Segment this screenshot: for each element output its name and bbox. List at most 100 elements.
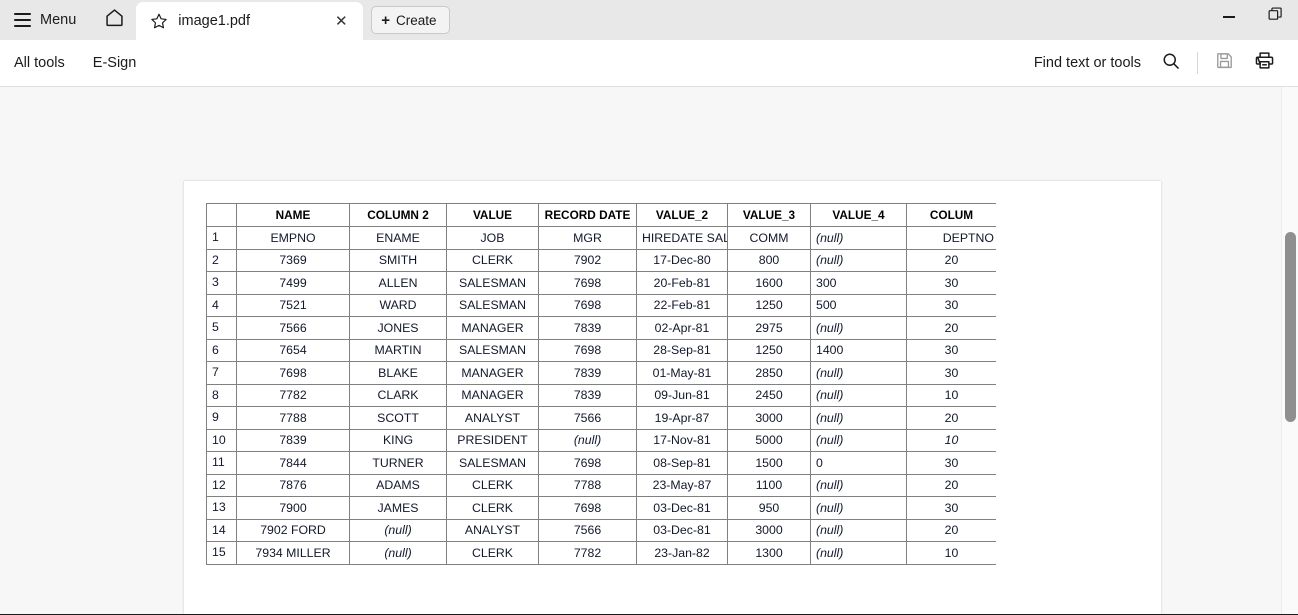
table-header-cell: NAME	[236, 203, 350, 227]
table-cell: SALESMAN	[446, 271, 539, 295]
table-cell: SALESMAN	[446, 293, 539, 317]
table-row: 3 7499 ALLEN SALESMAN 7698 20-Feb-81 1600 300 30	[206, 271, 996, 295]
table-cell: 2450	[727, 383, 811, 407]
table-cell: 30	[906, 293, 996, 317]
row-number-cell: 12	[206, 473, 237, 497]
plus-icon: +	[381, 11, 391, 29]
data-table-wrapper: NAME COLUMN 2 VALUE RECORD DATE VALUE_2 …	[206, 203, 996, 565]
search-icon	[1161, 51, 1181, 76]
table-cell: 23-Jan-82	[636, 541, 728, 565]
table-cell: 03-Dec-81	[636, 518, 728, 542]
row-number-cell: 4	[206, 293, 237, 317]
row-number-cell: 5	[206, 316, 237, 340]
print-button[interactable]	[1244, 43, 1284, 83]
document-viewer[interactable]: NAME COLUMN 2 VALUE RECORD DATE VALUE_2 …	[0, 87, 1298, 614]
table-cell: ANALYST	[446, 518, 539, 542]
table-cell: 30	[906, 451, 996, 475]
table-row: 12 7876 ADAMS CLERK 7788 23-May-87 1100 (null) 2…	[206, 473, 996, 497]
home-icon	[104, 7, 125, 33]
home-button[interactable]	[92, 0, 136, 40]
document-tab[interactable]: image1.pdf ✕	[136, 2, 364, 40]
table-cell: (null)	[810, 248, 907, 272]
search-button[interactable]	[1151, 43, 1191, 83]
table-cell: 20	[906, 518, 996, 542]
table-cell: MANAGER	[446, 361, 539, 385]
table-cell: 1300	[727, 541, 811, 565]
table-cell: MANAGER	[446, 383, 539, 407]
table-cell: 30	[906, 271, 996, 295]
table-cell: CLERK	[446, 496, 539, 520]
table-cell: 7369	[236, 248, 350, 272]
table-cell: 7844	[236, 451, 350, 475]
table-cell: 03-Dec-81	[636, 496, 728, 520]
tab-title: image1.pdf	[178, 13, 251, 29]
table-cell: 7698	[538, 271, 637, 295]
minimize-icon	[1223, 16, 1235, 18]
table-cell: ENAME	[349, 226, 447, 250]
table-cell: 1100	[727, 473, 811, 497]
table-row: 6 7654 MARTIN SALESMAN 7698 28-Sep-81 1250 1400…	[206, 338, 996, 362]
row-number-cell: 7	[206, 361, 237, 385]
esign-button[interactable]: E-Sign	[79, 40, 151, 86]
table-cell: 7566	[538, 406, 637, 430]
all-tools-button[interactable]: All tools	[0, 40, 79, 86]
table-cell: ALLEN	[349, 271, 447, 295]
row-number-cell: 6	[206, 338, 237, 362]
table-cell: (null)	[810, 316, 907, 340]
table-cell: COMM	[727, 226, 811, 250]
restore-button[interactable]	[1252, 0, 1298, 34]
table-cell: 20	[906, 316, 996, 340]
table-cell: CLARK	[349, 383, 447, 407]
close-icon[interactable]: ✕	[329, 9, 353, 33]
table-cell: MANAGER	[446, 316, 539, 340]
table-cell: (null)	[810, 383, 907, 407]
table-row: 15 7934 MILLER (null) CLERK 7782 23-Jan-82 130…	[206, 541, 996, 565]
table-cell: HIREDATE SAL	[636, 226, 728, 250]
window-controls	[1206, 0, 1298, 40]
row-number-cell: 2	[206, 248, 237, 272]
scrollbar-thumb[interactable]	[1285, 232, 1296, 422]
table-cell: 1400	[810, 338, 907, 362]
table-cell: 1250	[727, 338, 811, 362]
table-cell: 08-Sep-81	[636, 451, 728, 475]
table-cell: 10	[906, 428, 996, 452]
table-body: 1 EMPNO ENAME JOB MGR HIREDATE SAL COMM (null) D…	[206, 226, 996, 565]
row-number-cell: 14	[206, 518, 237, 542]
table-cell: SALESMAN	[446, 338, 539, 362]
create-label: Create	[396, 12, 437, 28]
table-cell: 7698	[538, 293, 637, 317]
toolbar-divider	[1197, 52, 1198, 74]
table-cell: ANALYST	[446, 406, 539, 430]
star-icon[interactable]	[150, 12, 168, 30]
table-cell: 17-Nov-81	[636, 428, 728, 452]
table-cell: 7788	[236, 406, 350, 430]
row-number-cell: 9	[206, 406, 237, 430]
table-cell: 7698	[538, 338, 637, 362]
table-cell: 20-Feb-81	[636, 271, 728, 295]
table-cell: 7782	[538, 541, 637, 565]
create-button[interactable]: + Create	[371, 6, 450, 34]
row-number-cell: 15	[206, 541, 237, 565]
data-table: NAME COLUMN 2 VALUE RECORD DATE VALUE_2 …	[206, 203, 996, 565]
table-row: 11 7844 TURNER SALESMAN 7698 08-Sep-81 1500 0 30	[206, 451, 996, 475]
menu-button[interactable]: Menu	[0, 0, 92, 40]
table-cell: 3000	[727, 518, 811, 542]
table-cell: JONES	[349, 316, 447, 340]
table-cell: 7499	[236, 271, 350, 295]
table-row: 2 7369 SMITH CLERK 7902 17-Dec-80 800 (null) 20	[206, 248, 996, 272]
find-label: Find text or tools	[1033, 55, 1141, 71]
table-cell: 800	[727, 248, 811, 272]
table-cell: 7839	[236, 428, 350, 452]
table-cell: MGR	[538, 226, 637, 250]
table-cell: 7698	[538, 451, 637, 475]
table-cell: 7839	[538, 383, 637, 407]
vertical-scrollbar[interactable]	[1281, 87, 1298, 614]
table-row: 10 7839 KING PRESIDENT (null) 17-Nov-81 5000 (n…	[206, 428, 996, 452]
table-cell: 1250	[727, 293, 811, 317]
table-cell: 7788	[538, 473, 637, 497]
table-cell: 28-Sep-81	[636, 338, 728, 362]
table-cell: (null)	[810, 406, 907, 430]
minimize-button[interactable]	[1206, 0, 1252, 34]
table-cell: SCOTT	[349, 406, 447, 430]
save-button[interactable]	[1204, 43, 1244, 83]
